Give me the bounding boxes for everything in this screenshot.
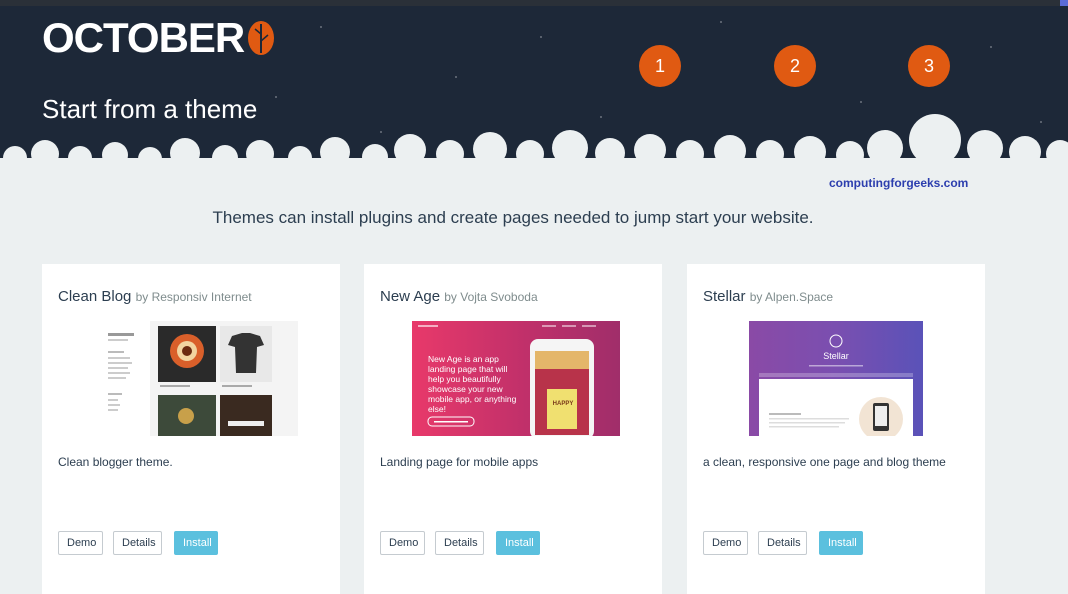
- theme-title: New Age by Vojta Svoboda: [380, 288, 538, 305]
- theme-preview-image[interactable]: Stellar: [749, 321, 923, 436]
- details-button[interactable]: Details: [113, 531, 162, 555]
- preview-title: Stellar: [823, 351, 849, 361]
- details-button[interactable]: Details: [758, 531, 807, 555]
- watermark-text: computingforgeeks.com: [829, 176, 969, 190]
- theme-name: New Age: [380, 288, 441, 305]
- step-2-badge: 2: [774, 45, 816, 87]
- theme-title: Stellar by Alpen.Space: [703, 288, 833, 305]
- demo-button[interactable]: Demo: [380, 531, 425, 555]
- theme-description: Clean blogger theme.: [58, 455, 173, 469]
- demo-button[interactable]: Demo: [703, 531, 748, 555]
- leaf-icon: [246, 19, 276, 57]
- intro-subtitle: Themes can install plugins and create pa…: [212, 208, 814, 227]
- theme-card-stellar: Stellar by Alpen.Space Stellar a clean, …: [687, 264, 985, 594]
- install-button[interactable]: Install: [819, 531, 863, 555]
- step-1-badge: 1: [639, 45, 681, 87]
- install-button[interactable]: Install: [496, 531, 540, 555]
- cloud-border: [0, 114, 1068, 178]
- theme-author: by Alpen.Space: [749, 290, 834, 304]
- theme-description: Landing page for mobile apps: [380, 455, 539, 469]
- theme-name: Stellar: [703, 288, 746, 305]
- demo-button[interactable]: Demo: [58, 531, 103, 555]
- theme-author: by Vojta Svoboda: [444, 290, 538, 304]
- theme-card-new-age: New Age by Vojta Svoboda New Age is an a…: [364, 264, 662, 594]
- details-button[interactable]: Details: [435, 531, 484, 555]
- logo-text: OCTOBER: [42, 14, 245, 61]
- october-logo[interactable]: OCTOBER: [42, 14, 276, 61]
- step-3-badge: 3: [908, 45, 950, 87]
- install-button[interactable]: Install: [174, 531, 218, 555]
- preview-phone-label: HAPPY: [552, 401, 574, 407]
- theme-preview-image[interactable]: [90, 321, 298, 436]
- theme-name: Clean Blog: [58, 288, 132, 305]
- theme-preview-image[interactable]: New Age is an app landing page that will…: [412, 321, 620, 436]
- theme-description: a clean, responsive one page and blog th…: [703, 455, 946, 469]
- theme-title: Clean Blog by Responsiv Internet: [58, 288, 252, 305]
- preview-headline: New Age is an app landing page that will…: [428, 354, 517, 414]
- theme-author: by Responsiv Internet: [135, 290, 252, 304]
- theme-card-clean-blog: Clean Blog by Responsiv Internet Clean b…: [42, 264, 340, 594]
